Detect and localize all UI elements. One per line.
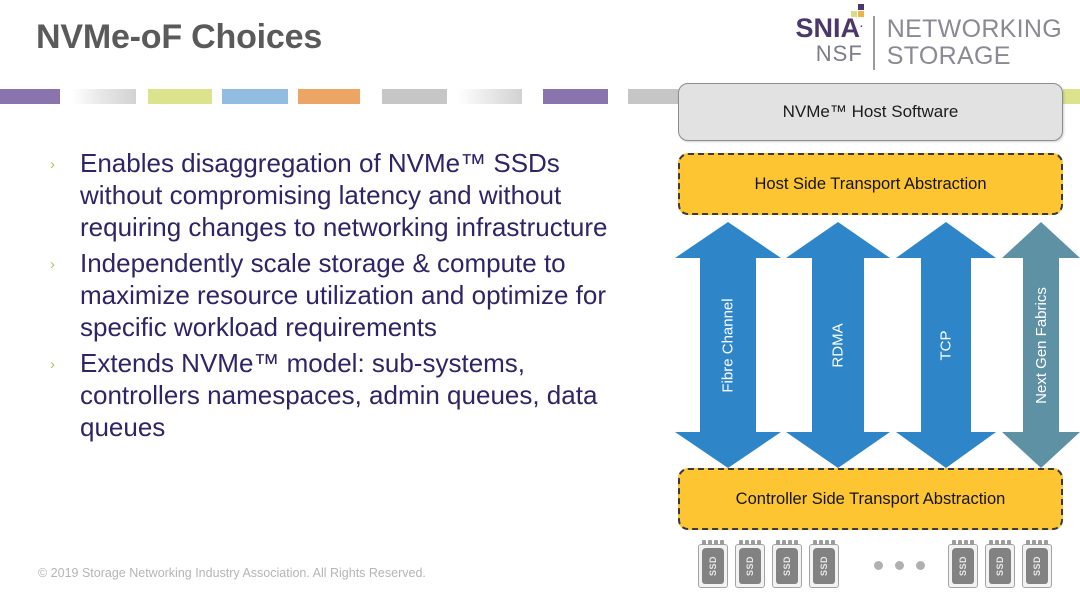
bullet-text: Independently scale storage & compute to… [80,247,606,342]
ssd-icon: SSD [985,540,1015,588]
ssd-label: SSD [1031,555,1042,577]
strip-segment-1 [0,89,60,104]
ssd-ellipsis [874,561,925,570]
controller-side-transport-label: Controller Side Transport Abstraction [735,489,1006,508]
transport-arrow-fibre-channel: Fibre Channel [675,222,781,468]
ssd-body: SSD [813,548,835,584]
transport-arrow-tcp: TCP [896,222,996,468]
bullet-marker-icon: › [50,355,55,373]
ssd-label: SSD [707,555,718,577]
ssd-icon: SSD [948,540,978,588]
logo-brand-block: SNIA. NSF [795,4,872,66]
bullet-item: › Enables disaggregation of NVMe™ SSDs wi… [38,148,648,244]
logo-sub-text: NSF [815,40,863,66]
logo-tagline: NETWORKING STORAGE [875,10,1062,70]
ssd-connector-pins [813,540,835,545]
strip-segment-7 [458,89,522,104]
ssd-connector-pins [952,540,974,545]
logo-brand-tm: . [860,19,863,30]
host-side-transport-abstraction-box: Host Side Transport Abstraction [678,153,1063,215]
ssd-body: SSD [952,548,974,584]
ssd-label: SSD [994,555,1005,577]
ssd-body: SSD [776,548,798,584]
ellipsis-dot [874,561,883,570]
ssd-connector-pins [989,540,1011,545]
ssd-label: SSD [781,555,792,577]
bullet-marker-icon: › [50,255,55,273]
host-side-transport-label: Host Side Transport Abstraction [754,174,987,193]
strip-segment-5 [298,89,360,104]
copyright-footer: © 2019 Storage Networking Industry Assoc… [38,566,426,580]
ssd-label: SSD [957,555,968,577]
strip-segment-8 [543,89,608,104]
transport-arrow-next-gen-fabrics: Next Gen Fabrics [1002,222,1080,468]
strip-segment-10 [1063,89,1080,104]
bullet-text: Enables disaggregation of NVMe™ SSDs wit… [80,148,608,242]
arrow-shape [896,222,996,468]
logo-tagline-line2: STORAGE [886,41,1011,70]
ssd-connector-pins [776,540,798,545]
bullet-item: › Extends NVMe™ model: sub-systems, contr… [38,348,648,444]
logo-tagline-line1: NETWORKING [886,15,1062,43]
arrow-shape [675,222,781,468]
ellipsis-dot [916,561,925,570]
logo-brand-text: SNIA. [795,15,863,42]
strip-segment-2 [72,89,136,104]
strip-segment-6 [382,89,447,104]
ssd-body: SSD [739,548,761,584]
bullet-text: Extends NVMe™ model: sub-systems, contro… [80,347,598,442]
ssd-body: SSD [702,548,724,584]
ssd-label: SSD [818,555,829,577]
arrow-shape [786,222,890,468]
ssd-icon: SSD [772,540,802,588]
nvme-host-software-box: NVMe™ Host Software [678,83,1063,141]
ssd-icon: SSD [1022,540,1052,588]
ssd-body: SSD [1026,548,1048,584]
page-title: NVMe-oF Choices [36,18,323,56]
strip-segment-3 [148,89,212,104]
bullet-item: › Independently scale storage & compute t… [38,248,648,344]
ssd-connector-pins [1026,540,1048,545]
snia-flag-icon [850,4,865,18]
transport-arrow-rdma: RDMA [786,222,890,468]
slide-canvas: NVMe-oF Choices SNIA. NSF NETWORKING STO… [0,0,1080,594]
ssd-icon: SSD [698,540,728,588]
bullet-list: › Enables disaggregation of NVMe™ SSDs wi… [38,148,648,448]
controller-side-transport-abstraction-box: Controller Side Transport Abstraction [678,468,1063,530]
ssd-connector-pins [702,540,724,545]
ellipsis-dot [895,561,904,570]
snia-logo: SNIA. NSF NETWORKING STORAGE [795,4,1062,70]
nvme-host-software-label: NVMe™ Host Software [782,102,959,121]
strip-segment-4 [222,89,288,104]
arrow-shape [1002,222,1080,468]
ssd-icon: SSD [809,540,839,588]
ssd-body: SSD [989,548,1011,584]
ssd-icon: SSD [735,540,765,588]
bullet-marker-icon: › [50,156,55,173]
ssd-label: SSD [744,555,755,577]
ssd-connector-pins [739,540,761,545]
